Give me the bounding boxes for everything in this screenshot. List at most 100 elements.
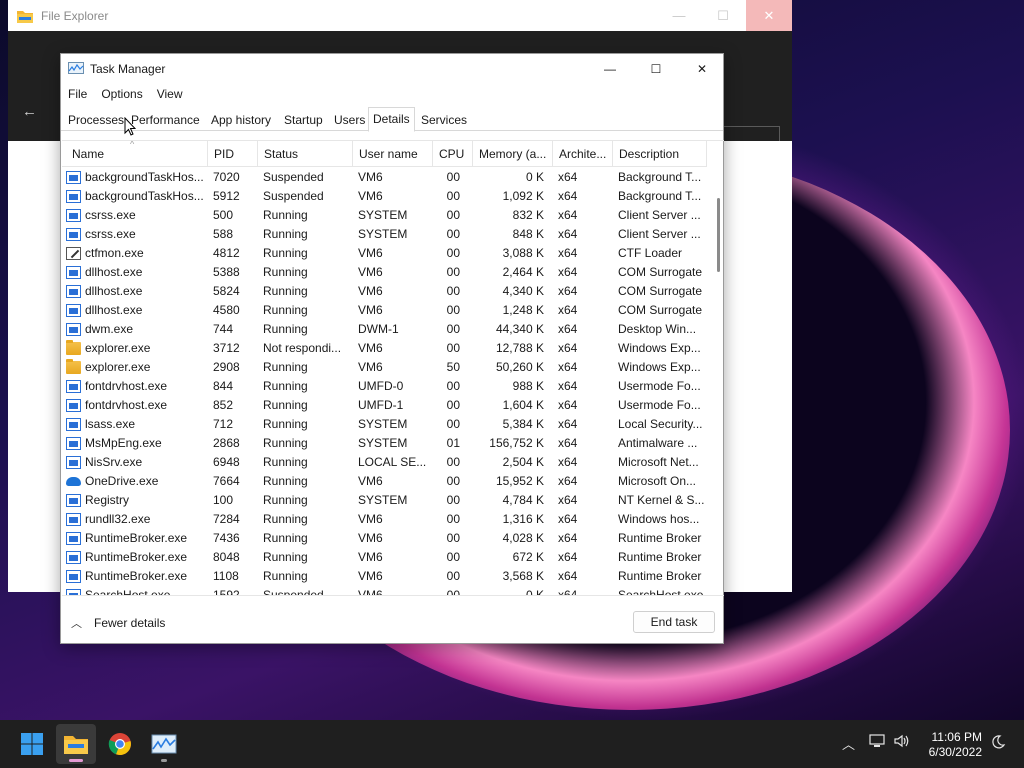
process-architecture: x64 [558,265,578,279]
process-description: Runtime Broker [618,569,702,583]
app-icon [66,285,81,298]
table-row[interactable]: Registry 100 Running SYSTEM 00 4,784 K x64 NT K… [62,491,707,510]
volume-icon[interactable] [893,734,911,751]
table-row[interactable]: dllhost.exe 4580 Running VM6 00 1,248 K x64 COM… [62,301,707,320]
column-header-name[interactable]: Name [62,141,208,167]
app-icon [66,228,81,241]
process-architecture: x64 [558,189,578,203]
column-header-user-name[interactable]: User name [353,141,433,167]
table-row[interactable]: backgroundTaskHos... 5912 Suspended VM6 00 1,… [62,187,707,206]
table-row[interactable]: fontdrvhost.exe 852 Running UMFD-1 00 1,604 K… [62,396,707,415]
process-user: VM6 [358,531,383,545]
table-row[interactable]: rundll32.exe 7284 Running VM6 00 1,316 K x64 Wi… [62,510,707,529]
process-memory: 672 K [512,550,544,564]
app-icon [66,190,81,203]
task-manager-title: Task Manager [90,62,166,76]
table-row[interactable]: dwm.exe 744 Running DWM-1 00 44,340 K x64 Deskt… [62,320,707,339]
process-status: Suspended [263,189,324,203]
process-status: Suspended [263,170,324,184]
tab-startup[interactable]: Startup [280,110,327,132]
column-header-memory[interactable]: Memory (a... [473,141,553,167]
tab-performance[interactable]: Performance [127,110,204,132]
focus-assist-icon[interactable] [990,734,1006,753]
column-header-cpu[interactable]: CPU [433,141,473,167]
file-explorer-titlebar[interactable]: File Explorer — ☐ ✕ [8,0,792,31]
tab-services[interactable]: Services [417,110,471,132]
process-pid: 100 [213,493,234,507]
table-row[interactable]: SearchHost.exe 1592 Suspended VM6 00 0 K x64 Se… [62,586,707,596]
process-memory: 3,568 K [502,569,544,583]
table-row[interactable]: csrss.exe 500 Running SYSTEM 00 832 K x64 Clien… [62,206,707,225]
table-row[interactable]: OneDrive.exe 7664 Running VM6 00 15,952 K x64 M… [62,472,707,491]
table-row[interactable]: RuntimeBroker.exe 1108 Running VM6 00 3,568 K… [62,567,707,586]
menu-view[interactable]: View [150,83,190,105]
clock-date[interactable]: 6/30/2022 [920,745,982,759]
table-row[interactable]: dllhost.exe 5388 Running VM6 00 2,464 K x64 COM… [62,263,707,282]
process-user: VM6 [358,588,383,596]
process-architecture: x64 [558,569,578,583]
app-icon [66,494,81,507]
minimize-button[interactable]: — [656,0,702,31]
process-pid: 1592 [213,588,240,596]
table-row[interactable]: explorer.exe 3712 Not respondi... VM6 00 12,7… [62,339,707,358]
table-row[interactable]: backgroundTaskHos... 7020 Suspended VM6 00 0 … [62,168,707,187]
process-user: VM6 [358,341,383,355]
end-task-button[interactable]: End task [633,611,715,633]
process-architecture: x64 [558,379,578,393]
process-status: Running [263,417,308,431]
table-row[interactable]: csrss.exe 588 Running SYSTEM 00 848 K x64 Clien… [62,225,707,244]
table-row[interactable]: fontdrvhost.exe 844 Running UMFD-0 00 988 K x6… [62,377,707,396]
column-header-pid[interactable]: PID [208,141,258,167]
close-button[interactable]: ✕ [746,0,792,31]
column-header-architecture[interactable]: Archite... [553,141,613,167]
menu-options[interactable]: Options [94,83,149,105]
process-name: dllhost.exe [85,284,143,298]
maximize-button[interactable]: ☐ [633,54,679,84]
table-row[interactable]: lsass.exe 712 Running SYSTEM 00 5,384 K x64 Loc… [62,415,707,434]
taskbar-file-explorer[interactable] [56,724,96,764]
table-row[interactable]: NisSrv.exe 6948 Running LOCAL SE... 00 2,504 … [62,453,707,472]
process-memory: 1,604 K [502,398,544,412]
clock-time[interactable]: 11:06 PM [930,730,982,744]
maximize-button[interactable]: ☐ [700,0,746,31]
close-button[interactable]: ✕ [679,54,725,84]
table-row[interactable]: explorer.exe 2908 Running VM6 50 50,260 K x64 W… [62,358,707,377]
table-row[interactable]: RuntimeBroker.exe 8048 Running VM6 00 672 K x6… [62,548,707,567]
column-header-description[interactable]: Description [613,141,707,167]
tab-details[interactable]: Details [368,107,415,132]
process-name: SearchHost.exe [85,588,171,596]
network-icon[interactable] [869,734,885,751]
task-manager-footer: ︿ Fewer details End task [61,610,723,642]
vertical-scrollbar[interactable] [715,168,723,595]
folder-icon [17,9,33,23]
start-button[interactable] [12,724,52,764]
chevron-up-icon[interactable]: ︿ [842,734,855,753]
chevron-up-icon: ︿ [71,618,82,630]
taskbar-task-manager[interactable] [144,724,184,764]
process-description: CTF Loader [618,246,683,260]
process-user: VM6 [358,170,383,184]
scrollbar-thumb[interactable] [717,198,720,272]
tab-users[interactable]: Users [330,110,369,132]
column-header-status[interactable]: Status [258,141,353,167]
details-grid: ^ Name PID Status User name CPU Memory (… [62,140,724,596]
app-icon [66,418,81,431]
fewer-details-toggle[interactable]: ︿ Fewer details [71,613,165,633]
task-manager-window[interactable]: Task Manager — ☐ ✕ File Options View Pro… [60,53,724,644]
process-cpu: 00 [446,569,460,583]
tab-processes[interactable]: Processes [64,110,128,132]
process-architecture: x64 [558,531,578,545]
table-row[interactable]: ctfmon.exe 4812 Running VM6 00 3,088 K x64 CTF … [62,244,707,263]
task-manager-titlebar[interactable]: Task Manager — ☐ ✕ [61,54,723,84]
tab-app-history[interactable]: App history [207,110,275,132]
process-architecture: x64 [558,303,578,317]
taskbar-chrome[interactable] [100,724,140,764]
menu-file[interactable]: File [61,83,94,105]
process-name: rundll32.exe [85,512,151,526]
minimize-button[interactable]: — [587,54,633,84]
back-arrow-icon[interactable]: ← [22,103,37,120]
table-row[interactable]: RuntimeBroker.exe 7436 Running VM6 00 4,028 K… [62,529,707,548]
process-status: Suspended [263,588,324,596]
table-row[interactable]: dllhost.exe 5824 Running VM6 00 4,340 K x64 COM… [62,282,707,301]
table-row[interactable]: MsMpEng.exe 2868 Running SYSTEM 01 156,752 K x… [62,434,707,453]
